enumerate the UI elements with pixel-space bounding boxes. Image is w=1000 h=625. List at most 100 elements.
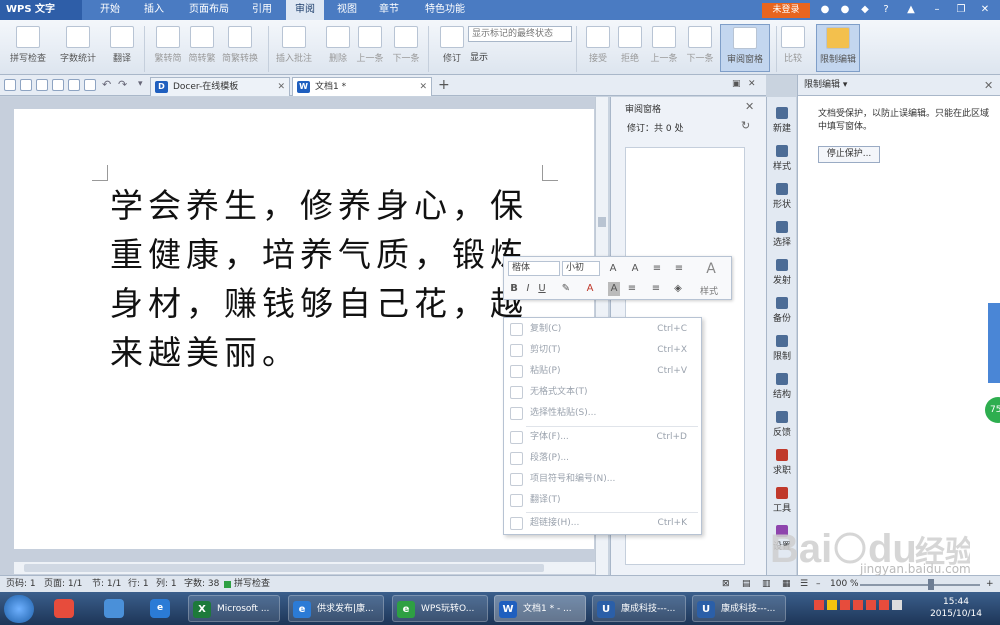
convert-button[interactable]: 简繁转换	[218, 24, 262, 72]
redo-icon[interactable]: ↷	[118, 78, 127, 91]
taskbar-app-active[interactable]: W 文档1 * - ...	[494, 595, 586, 622]
help-icon[interactable]: ?	[878, 3, 894, 17]
highlight-icon[interactable]: ✎	[560, 282, 572, 296]
menu-item-cut[interactable]: 剪切(T) Ctrl+X	[504, 340, 701, 361]
quick-access-dropdown-icon[interactable]: ▾	[138, 79, 143, 89]
sidebar-item-select[interactable]: 选择	[767, 215, 797, 253]
new-tab-icon[interactable]: +	[438, 77, 450, 93]
pdf-icon[interactable]	[36, 79, 48, 91]
taskbar-app[interactable]: U 康成科技---...	[592, 595, 686, 622]
font-select[interactable]: 楷体	[508, 261, 560, 276]
markup-display-select[interactable]: 显示标记的最终状态	[468, 26, 572, 42]
sidebar-item-send[interactable]: 发射	[767, 253, 797, 291]
pinned-app[interactable]	[46, 595, 82, 622]
menu-item-paste-special[interactable]: 选择性粘贴(S)...	[504, 403, 701, 424]
next-change-button[interactable]: 下一条	[678, 24, 722, 72]
sidebar-item-style[interactable]: 样式	[767, 139, 797, 177]
review-pane-button[interactable]: 审阅窗格	[720, 24, 770, 72]
show-markup-button[interactable]: 显示	[470, 50, 488, 63]
close-icon[interactable]: ✕	[984, 79, 993, 92]
sidebar-item-jobs[interactable]: 求职	[767, 443, 797, 481]
collapse-ribbon-icon[interactable]: ▲	[904, 3, 918, 17]
feedback-icon[interactable]: ●	[838, 3, 852, 17]
menu-item-translate[interactable]: 翻译(T)	[504, 490, 701, 511]
print-icon[interactable]	[52, 79, 64, 91]
menu-item-copy[interactable]: 复制(C) Ctrl+C	[504, 319, 701, 340]
pinned-desktop[interactable]	[96, 595, 132, 622]
menu-item-paste[interactable]: 粘贴(P) Ctrl+V	[504, 361, 701, 382]
system-tray[interactable]	[814, 600, 918, 616]
tab-insert[interactable]: 插入	[134, 0, 174, 20]
zoom-out-icon[interactable]: –	[816, 576, 821, 593]
side-tab[interactable]	[988, 303, 1000, 383]
web-view-icon[interactable]: ▦	[782, 576, 791, 593]
spellcheck-status[interactable]: 拼写检查	[234, 576, 270, 593]
sidebar-item-feedback[interactable]: 反馈	[767, 405, 797, 443]
bold-icon[interactable]: B	[508, 282, 520, 296]
clock[interactable]: 15:44 2015/10/14	[926, 596, 986, 620]
sidebar-item-restrict[interactable]: 限制	[767, 329, 797, 367]
close-icon[interactable]: ✕	[745, 100, 754, 113]
tab-list-icon[interactable]: ▣	[732, 79, 741, 89]
outline-view-icon[interactable]: ▥	[762, 576, 771, 593]
tab-references[interactable]: 引用	[244, 0, 280, 20]
sidebar-item-shape[interactable]: 形状	[767, 177, 797, 215]
zoom-in-icon[interactable]: +	[986, 576, 994, 593]
next-comment-button[interactable]: 下一条	[384, 24, 428, 72]
login-button[interactable]: 未登录	[762, 3, 810, 18]
close-tab-icon[interactable]: ✕	[419, 78, 427, 97]
scrollbar-thumb[interactable]	[598, 217, 606, 227]
restrict-editing-button[interactable]: 限制编辑	[816, 24, 860, 72]
taskbar-app[interactable]: X Microsoft ...	[188, 595, 280, 622]
wordcount-button[interactable]: 字数统计	[56, 24, 100, 72]
line-spacing-icon[interactable]: ≡	[650, 282, 662, 296]
pinned-ie[interactable]: e	[142, 595, 178, 622]
share-icon[interactable]: ◆	[858, 3, 872, 17]
speed-ball-icon[interactable]: 75	[985, 397, 1000, 423]
save-icon[interactable]	[20, 79, 32, 91]
sidebar-item-tools[interactable]: 工具	[767, 481, 797, 519]
insert-comment-button[interactable]: 插入批注	[272, 24, 316, 72]
tray-icon[interactable]	[814, 600, 824, 610]
sidebar-item-structure[interactable]: 结构	[767, 367, 797, 405]
volume-icon[interactable]	[892, 600, 902, 610]
menu-item-bullets[interactable]: 项目符号和编号(N)...	[504, 469, 701, 490]
tab-special[interactable]: 特色功能	[414, 0, 476, 20]
tab-chapter[interactable]: 章节	[370, 0, 408, 20]
start-button[interactable]	[4, 595, 34, 623]
zoom-slider-thumb[interactable]	[928, 579, 934, 590]
horizontal-scrollbar[interactable]	[14, 562, 595, 574]
font-size-select[interactable]: 小初	[562, 261, 600, 276]
spellcheck-button[interactable]: 拼写检查	[6, 24, 50, 72]
page-view-icon[interactable]: ▤	[742, 576, 751, 593]
font-color-icon[interactable]: A	[584, 282, 596, 296]
close-icon[interactable]: ✕	[978, 3, 992, 17]
compare-button[interactable]: 比较	[776, 24, 810, 72]
translate-button[interactable]: 翻译	[100, 24, 144, 72]
sidebar-item-new[interactable]: 新建	[767, 101, 797, 139]
close-tab-icon[interactable]: ✕	[277, 78, 285, 97]
refresh-icon[interactable]: ↻	[741, 119, 750, 132]
format-painter-icon[interactable]	[84, 79, 96, 91]
tray-icon[interactable]	[840, 600, 850, 610]
scrollbar-thumb[interactable]	[24, 564, 544, 572]
tab-view[interactable]: 视图	[328, 0, 366, 20]
restrict-pane-header[interactable]: 限制编辑 ▾	[798, 75, 1000, 96]
underline-icon[interactable]: U	[536, 282, 548, 296]
zoom-slider[interactable]	[860, 584, 980, 586]
shrink-font-icon[interactable]: A	[628, 261, 642, 276]
preview-icon[interactable]	[68, 79, 80, 91]
tab-page-layout[interactable]: 页面布局	[178, 0, 240, 20]
tab-docer[interactable]: D Docer-在线模板 ✕	[150, 77, 290, 96]
menu-item-paragraph[interactable]: 段落(P)...	[504, 448, 701, 469]
minimize-icon[interactable]: –	[930, 3, 944, 17]
taskbar-app[interactable]: e WPS玩转O...	[392, 595, 488, 622]
bullets-icon[interactable]: ≡	[650, 261, 664, 276]
tray-icon[interactable]	[879, 600, 889, 610]
tray-icon[interactable]	[853, 600, 863, 610]
tab-start[interactable]: 开始	[90, 0, 130, 20]
char-shading-icon[interactable]: A	[608, 282, 620, 296]
tray-icon[interactable]	[827, 600, 837, 610]
styles-icon[interactable]: A	[700, 261, 722, 279]
grow-font-icon[interactable]: A	[606, 261, 620, 276]
